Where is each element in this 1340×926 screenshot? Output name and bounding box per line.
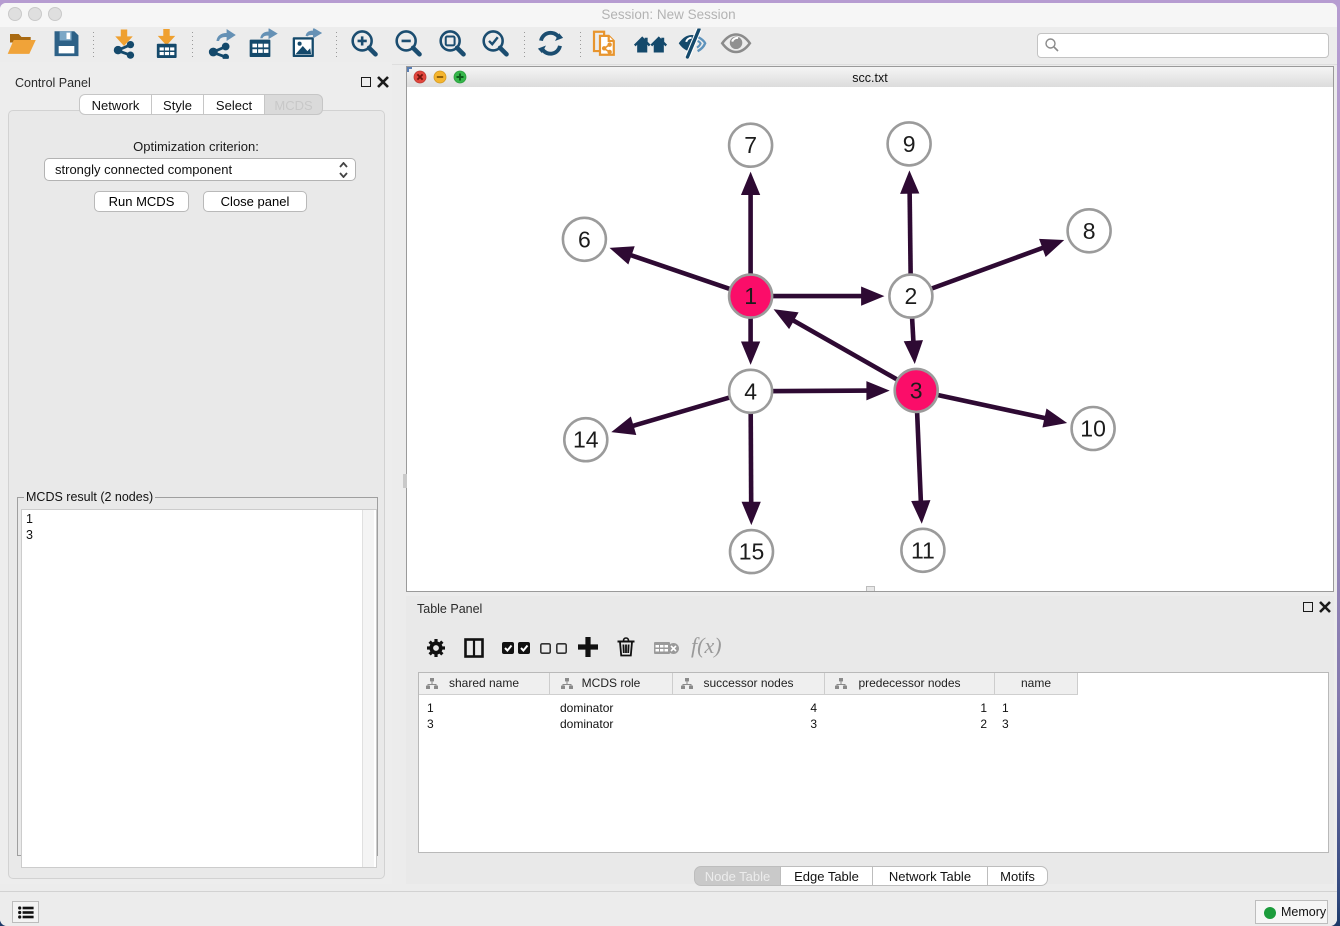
svg-text:3: 3 (910, 377, 923, 403)
svg-text:10: 10 (1080, 416, 1106, 442)
svg-text:7: 7 (744, 132, 757, 158)
svg-text:15: 15 (739, 539, 765, 565)
svg-text:11: 11 (911, 537, 935, 563)
svg-text:1: 1 (744, 283, 757, 309)
svg-text:4: 4 (744, 378, 757, 404)
svg-text:2: 2 (905, 283, 918, 309)
svg-text:6: 6 (578, 226, 591, 252)
svg-text:14: 14 (573, 427, 599, 453)
svg-text:9: 9 (903, 131, 916, 157)
svg-text:8: 8 (1083, 218, 1096, 244)
